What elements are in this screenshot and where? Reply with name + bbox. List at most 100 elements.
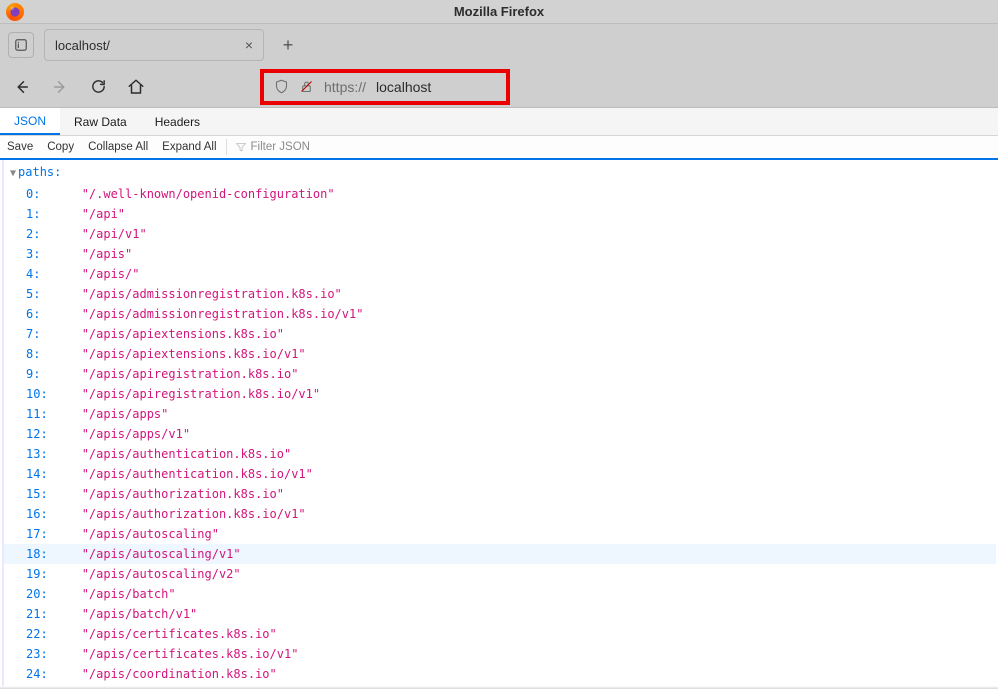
tab-strip: localhost/ × + [0, 24, 998, 66]
json-viewer-toolbar: Save Copy Collapse All Expand All Filter… [0, 136, 998, 160]
json-index: 13: [26, 444, 60, 464]
json-index: 23: [26, 644, 60, 664]
json-string-value: "/apis/apiregistration.k8s.io" [82, 364, 299, 384]
json-array-row[interactable]: 0: "/.well-known/openid-configuration" [4, 184, 996, 204]
json-array-row[interactable]: 14: "/apis/authentication.k8s.io/v1" [4, 464, 996, 484]
json-array-row[interactable]: 5: "/apis/admissionregistration.k8s.io" [4, 284, 996, 304]
json-array-row[interactable]: 22: "/apis/certificates.k8s.io" [4, 624, 996, 644]
json-array-row[interactable]: 19: "/apis/autoscaling/v2" [4, 564, 996, 584]
json-index: 22: [26, 624, 60, 644]
tab-raw-data[interactable]: Raw Data [60, 108, 141, 135]
json-index: 10: [26, 384, 60, 404]
toolbar-separator [226, 139, 227, 155]
tab-close-button[interactable]: × [245, 37, 253, 53]
json-index: 14: [26, 464, 60, 484]
new-tab-button[interactable]: + [274, 31, 302, 59]
save-button[interactable]: Save [0, 135, 40, 159]
shield-icon [274, 79, 289, 94]
recent-history-button[interactable] [8, 32, 34, 58]
json-array-row[interactable]: 18: "/apis/autoscaling/v1" [4, 544, 996, 564]
tab-headers[interactable]: Headers [141, 108, 214, 135]
json-index: 11: [26, 404, 60, 424]
json-array-row[interactable]: 9: "/apis/apiregistration.k8s.io" [4, 364, 996, 384]
home-button[interactable] [126, 77, 146, 97]
json-array-row[interactable]: 13: "/apis/authentication.k8s.io" [4, 444, 996, 464]
json-array-row[interactable]: 12: "/apis/apps/v1" [4, 424, 996, 444]
forward-button[interactable] [50, 77, 70, 97]
disclosure-triangle-icon[interactable]: ▼ [10, 168, 16, 179]
json-gap [60, 464, 82, 484]
json-array-row[interactable]: 10: "/apis/apiregistration.k8s.io/v1" [4, 384, 996, 404]
json-array-row[interactable]: 2: "/api/v1" [4, 224, 996, 244]
json-string-value: "/apis/authorization.k8s.io/v1" [82, 504, 306, 524]
json-string-value: "/apis/apps" [82, 404, 169, 424]
json-array-row[interactable]: 8: "/apis/apiextensions.k8s.io/v1" [4, 344, 996, 364]
json-index: 1: [26, 204, 60, 224]
copy-button[interactable]: Copy [40, 135, 81, 159]
url-bar[interactable]: https://localhost [264, 73, 506, 101]
json-index: 15: [26, 484, 60, 504]
home-icon [127, 78, 145, 96]
json-array-row[interactable]: 24: "/apis/coordination.k8s.io" [4, 664, 996, 684]
json-index: 0: [26, 184, 60, 204]
json-gap [60, 404, 82, 424]
json-index: 21: [26, 604, 60, 624]
json-array-row[interactable]: 7: "/apis/apiextensions.k8s.io" [4, 324, 996, 344]
json-index: 18: [26, 544, 60, 564]
json-array-row[interactable]: 17: "/apis/autoscaling" [4, 524, 996, 544]
json-gap [60, 504, 82, 524]
json-string-value: "/.well-known/openid-configuration" [82, 184, 335, 204]
arrow-left-icon [13, 78, 31, 96]
back-button[interactable] [12, 77, 32, 97]
json-string-value: "/apis/authentication.k8s.io" [82, 444, 292, 464]
filter-json-input[interactable]: Filter JSON [229, 141, 316, 153]
json-string-value: "/apis/authorization.k8s.io" [82, 484, 284, 504]
reload-icon [90, 78, 107, 95]
json-string-value: "/apis/apiextensions.k8s.io" [82, 324, 284, 344]
json-string-value: "/apis/admissionregistration.k8s.io" [82, 284, 342, 304]
json-array-row[interactable]: 1: "/api" [4, 204, 996, 224]
json-string-value: "/apis/batch" [82, 584, 176, 604]
reload-button[interactable] [88, 77, 108, 97]
json-gap [60, 524, 82, 544]
json-string-value: "/apis/authentication.k8s.io/v1" [82, 464, 313, 484]
json-root-key: paths: [18, 165, 61, 179]
nav-toolbar: https://localhost [0, 66, 998, 108]
json-array-row[interactable]: 3: "/apis" [4, 244, 996, 264]
json-gap [60, 664, 82, 684]
json-gap [60, 584, 82, 604]
json-string-value: "/apis/autoscaling" [82, 524, 219, 544]
json-index: 7: [26, 324, 60, 344]
json-array-row[interactable]: 6: "/apis/admissionregistration.k8s.io/v… [4, 304, 996, 324]
json-index: 5: [26, 284, 60, 304]
arrow-right-icon [51, 78, 69, 96]
json-array-row[interactable]: 21: "/apis/batch/v1" [4, 604, 996, 624]
json-index: 3: [26, 244, 60, 264]
json-array-row[interactable]: 23: "/apis/certificates.k8s.io/v1" [4, 644, 996, 664]
json-string-value: "/api/v1" [82, 224, 147, 244]
json-array-row[interactable]: 15: "/apis/authorization.k8s.io" [4, 484, 996, 504]
url-scheme: https:// [324, 79, 366, 95]
json-array-row[interactable]: 20: "/apis/batch" [4, 584, 996, 604]
expand-all-button[interactable]: Expand All [155, 135, 223, 159]
browser-tab[interactable]: localhost/ × [44, 29, 264, 61]
json-gap [60, 324, 82, 344]
json-array-row[interactable]: 16: "/apis/authorization.k8s.io/v1" [4, 504, 996, 524]
json-gap [60, 364, 82, 384]
json-viewer-tabs: JSON Raw Data Headers [0, 108, 998, 136]
json-gap [60, 604, 82, 624]
json-gap [60, 444, 82, 464]
json-gap [60, 344, 82, 364]
json-string-value: "/apis/certificates.k8s.io" [82, 624, 277, 644]
json-gap [60, 384, 82, 404]
json-tree[interactable]: ▼paths: 0: "/.well-known/openid-configur… [2, 160, 996, 686]
lock-warning-icon [299, 79, 314, 94]
json-gap [60, 624, 82, 644]
json-array-row[interactable]: 4: "/apis/" [4, 264, 996, 284]
json-array-row[interactable]: 11: "/apis/apps" [4, 404, 996, 424]
json-index: 6: [26, 304, 60, 324]
tab-json[interactable]: JSON [0, 108, 60, 135]
collapse-all-button[interactable]: Collapse All [81, 135, 155, 159]
json-root-row[interactable]: ▼paths: [4, 160, 996, 184]
json-index: 24: [26, 664, 60, 684]
